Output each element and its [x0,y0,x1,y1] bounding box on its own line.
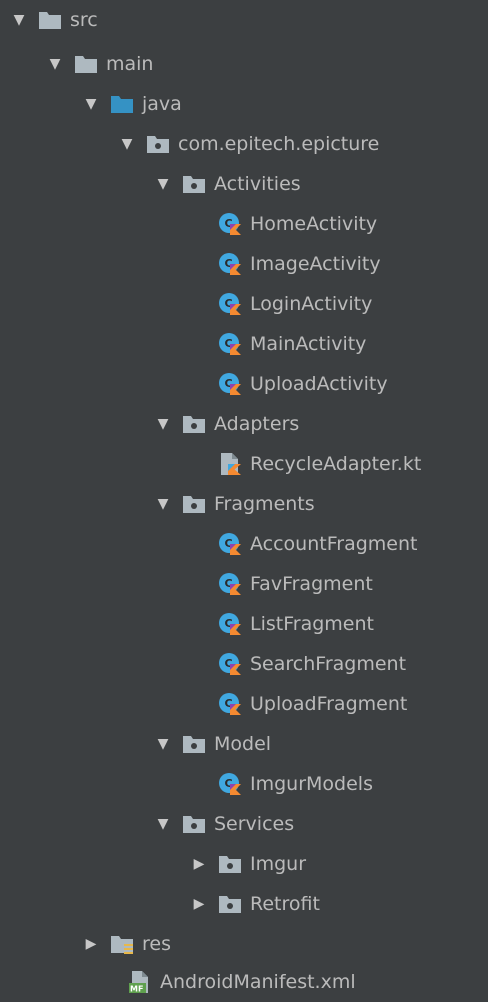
tree-node-package[interactable]: ▼ com.epitech.epicture [118,124,380,164]
kotlin-class-icon: C [208,612,250,636]
kotlin-class-icon: C [208,692,250,716]
tree-node-model[interactable]: ▼ Model [154,724,271,764]
kotlin-class-icon: C [208,532,250,556]
tree-node-label: ImageActivity [250,253,381,275]
kotlin-class-icon: C [208,572,250,596]
package-icon [208,852,250,876]
expand-arrow-icon[interactable]: ▼ [154,495,172,513]
tree-node-label: ListFragment [250,613,374,635]
collapse-arrow-icon[interactable]: ▶ [190,895,208,913]
package-icon [172,812,214,836]
tree-node-mainactivity[interactable]: ▼ C MainActivity [190,324,366,364]
tree-node-label: Activities [214,173,301,195]
tree-node-homeactivity[interactable]: ▼ C HomeActivity [190,204,377,244]
kotlin-class-icon: C [208,772,250,796]
tree-node-label: AndroidManifest.xml [160,971,356,993]
tree-node-uploadfragment[interactable]: ▼ C UploadFragment [190,684,407,724]
package-icon [136,132,178,156]
expand-arrow-icon[interactable]: ▼ [82,95,100,113]
tree-node-label: Fragments [214,493,315,515]
project-tree: ▼ src ▼ main ▼ java ▼ com.epitech.epictu… [0,0,488,1002]
kotlin-class-icon: C [208,652,250,676]
tree-node-label: Model [214,733,272,755]
expand-arrow-icon[interactable]: ▼ [154,735,172,753]
package-icon [172,412,214,436]
kotlin-class-icon: C [208,372,250,396]
tree-node-recycleadapter[interactable]: ▼ RecycleAdapter.kt [190,444,421,484]
expand-arrow-icon[interactable]: ▼ [154,175,172,193]
expand-arrow-icon[interactable]: ▼ [154,815,172,833]
tree-node-res[interactable]: ▶ res [82,924,171,964]
expand-arrow-icon[interactable]: ▼ [10,11,28,29]
folder-icon [64,52,106,76]
tree-node-label: SearchFragment [250,653,407,675]
package-icon [208,892,250,916]
tree-node-services[interactable]: ▼ Services [154,804,295,844]
tree-node-label: Services [214,813,295,835]
collapse-arrow-icon[interactable]: ▶ [82,935,100,953]
tree-node-imageactivity[interactable]: ▼ C ImageActivity [190,244,381,284]
package-icon [172,492,214,516]
tree-node-label: java [142,93,182,115]
tree-node-imgurmodels[interactable]: ▼ C ImgurModels [190,764,373,804]
kotlin-class-icon: C [208,252,250,276]
tree-node-favfragment[interactable]: ▼ C FavFragment [190,564,373,604]
tree-node-label: main [106,53,154,75]
tree-node-label: res [142,933,171,955]
tree-node-activities[interactable]: ▼ Activities [154,164,301,204]
kotlin-class-icon: C [208,292,250,316]
package-icon [172,172,214,196]
kotlin-class-icon: C [208,332,250,356]
tree-node-src[interactable]: ▼ src [10,0,98,40]
tree-node-label: UploadActivity [250,373,388,395]
expand-arrow-icon[interactable]: ▼ [46,55,64,73]
tree-node-searchfragment[interactable]: ▼ C SearchFragment [190,644,406,684]
tree-node-label: MainActivity [250,333,367,355]
tree-node-androidmanifest[interactable]: ▼ MF AndroidManifest.xml [100,962,356,1002]
tree-node-listfragment[interactable]: ▼ C ListFragment [190,604,374,644]
tree-node-main[interactable]: ▼ main [46,44,154,84]
tree-node-java[interactable]: ▼ java [82,84,182,124]
manifest-file-icon: MF [118,970,160,994]
expand-arrow-icon[interactable]: ▼ [154,415,172,433]
package-icon [172,732,214,756]
collapse-arrow-icon[interactable]: ▶ [190,855,208,873]
tree-node-label: UploadFragment [250,693,408,715]
svg-text:MF: MF [130,985,143,994]
tree-node-fragments[interactable]: ▼ Fragments [154,484,315,524]
tree-node-label: LoginActivity [250,293,373,315]
source-folder-icon [100,92,142,116]
tree-node-label: AccountFragment [250,533,418,555]
tree-node-label: RecycleAdapter.kt [250,453,422,475]
tree-node-label: src [70,9,98,31]
kotlin-class-icon: C [208,212,250,236]
tree-node-retrofit[interactable]: ▶ Retrofit [190,884,320,924]
expand-arrow-icon[interactable]: ▼ [118,135,136,153]
tree-node-label: Imgur [250,853,307,875]
tree-node-imgur[interactable]: ▶ Imgur [190,844,306,884]
tree-node-label: Retrofit [250,893,320,915]
tree-node-label: com.epitech.epicture [178,133,380,155]
tree-node-accountfragment[interactable]: ▼ C AccountFragment [190,524,417,564]
kotlin-file-icon [208,452,250,476]
tree-node-label: FavFragment [250,573,373,595]
folder-icon [28,8,70,32]
tree-node-label: HomeActivity [250,213,378,235]
tree-node-loginactivity[interactable]: ▼ C LoginActivity [190,284,372,324]
resource-folder-icon [100,932,142,956]
tree-node-adapters[interactable]: ▼ Adapters [154,404,300,444]
tree-node-uploadactivity[interactable]: ▼ C UploadActivity [190,364,388,404]
tree-node-label: Adapters [214,413,300,435]
tree-node-label: ImgurModels [250,773,373,795]
